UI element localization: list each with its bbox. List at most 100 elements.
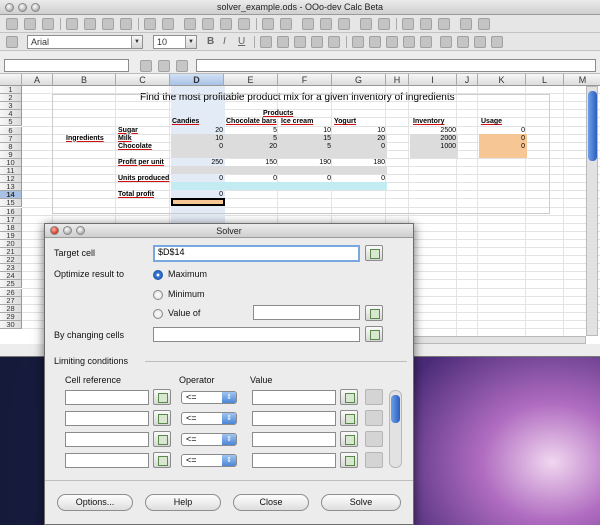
condition-cell-input[interactable] xyxy=(65,390,149,405)
column-header[interactable]: L xyxy=(526,74,564,86)
operator-select[interactable]: <= ⇕ xyxy=(181,412,237,425)
remove-condition-icon[interactable] xyxy=(365,389,383,405)
sum-icon[interactable] xyxy=(158,60,170,72)
copy-icon[interactable] xyxy=(202,18,214,30)
column-header[interactable]: F xyxy=(278,74,332,86)
help-button[interactable]: Help xyxy=(145,494,221,511)
operator-select[interactable]: <= ⇕ xyxy=(181,391,237,404)
minimize-window-icon[interactable] xyxy=(18,3,27,12)
vertical-scrollbar-thumb[interactable] xyxy=(588,91,597,161)
add-decimal-icon[interactable] xyxy=(403,36,415,48)
value-of-radio[interactable] xyxy=(153,309,163,319)
conditions-scrollbar-thumb[interactable] xyxy=(391,395,400,423)
column-header[interactable]: E xyxy=(224,74,278,86)
pivot-table-icon[interactable] xyxy=(378,18,390,30)
percent-format-icon[interactable] xyxy=(369,36,381,48)
clone-format-icon[interactable] xyxy=(238,18,250,30)
function-wizard-icon[interactable] xyxy=(140,60,152,72)
formula-input[interactable] xyxy=(196,59,596,72)
chevron-down-icon[interactable]: ▼ xyxy=(185,36,196,48)
target-cell-input[interactable]: $D$14 xyxy=(153,245,360,262)
conditions-scrollbar[interactable] xyxy=(389,390,402,468)
stepper-icon[interactable]: ⇕ xyxy=(222,392,236,403)
condition-value-input[interactable] xyxy=(252,432,336,447)
print-icon[interactable] xyxy=(102,18,114,30)
vertical-scrollbar[interactable] xyxy=(586,86,598,336)
value-of-input[interactable] xyxy=(253,305,360,320)
options-button[interactable]: Options... xyxy=(57,494,133,511)
shrink-condition-value-icon[interactable] xyxy=(340,452,358,468)
font-color-icon[interactable] xyxy=(491,36,503,48)
export-pdf-icon[interactable] xyxy=(84,18,96,30)
edit-file-icon[interactable] xyxy=(66,18,78,30)
solve-button[interactable]: Solve xyxy=(321,494,401,511)
underline-button[interactable]: U xyxy=(238,36,245,47)
chevron-down-icon[interactable]: ▼ xyxy=(131,36,142,48)
column-header[interactable]: J xyxy=(457,74,478,86)
styles-icon[interactable] xyxy=(6,36,18,48)
column-header[interactable]: D xyxy=(170,74,224,86)
stepper-icon[interactable]: ⇕ xyxy=(222,455,236,466)
italic-button[interactable]: I xyxy=(223,36,226,47)
shrink-condition-value-icon[interactable] xyxy=(340,431,358,447)
shrink-changing-icon[interactable] xyxy=(365,326,383,342)
condition-value-input[interactable] xyxy=(252,411,336,426)
align-center-icon[interactable] xyxy=(277,36,289,48)
borders-icon[interactable] xyxy=(474,36,486,48)
column-header[interactable]: G xyxy=(332,74,386,86)
align-left-icon[interactable] xyxy=(260,36,272,48)
horizontal-scrollbar[interactable] xyxy=(412,336,586,344)
merge-cells-icon[interactable] xyxy=(328,36,340,48)
help-icon[interactable] xyxy=(478,18,490,30)
spellcheck-icon[interactable] xyxy=(144,18,156,30)
increase-indent-icon[interactable] xyxy=(457,36,469,48)
chart-icon[interactable] xyxy=(360,18,372,30)
page-preview-icon[interactable] xyxy=(120,18,132,30)
condition-cell-input[interactable] xyxy=(65,411,149,426)
column-header[interactable]: B xyxy=(53,74,116,86)
autospell-icon[interactable] xyxy=(162,18,174,30)
paste-icon[interactable] xyxy=(220,18,232,30)
shrink-target-icon[interactable] xyxy=(365,245,383,261)
delete-decimal-icon[interactable] xyxy=(420,36,432,48)
bold-button[interactable]: B xyxy=(207,36,214,47)
stepper-icon[interactable]: ⇕ xyxy=(222,413,236,424)
zoom-window-icon[interactable] xyxy=(31,3,40,12)
hyperlink-icon[interactable] xyxy=(302,18,314,30)
zoom-icon[interactable] xyxy=(460,18,472,30)
shrink-value-icon[interactable] xyxy=(365,305,383,321)
column-header[interactable]: K xyxy=(478,74,526,86)
sort-descending-icon[interactable] xyxy=(338,18,350,30)
condition-value-input[interactable] xyxy=(252,390,336,405)
shrink-condition-cell-icon[interactable] xyxy=(153,452,171,468)
column-header[interactable]: H xyxy=(386,74,409,86)
row-header[interactable]: 30 xyxy=(0,320,22,329)
gallery-icon[interactable] xyxy=(420,18,432,30)
shrink-condition-cell-icon[interactable] xyxy=(153,410,171,426)
column-header[interactable]: C xyxy=(116,74,170,86)
operator-select[interactable]: <= ⇕ xyxy=(181,454,237,467)
align-right-icon[interactable] xyxy=(294,36,306,48)
function-icon[interactable] xyxy=(176,60,188,72)
condition-value-input[interactable] xyxy=(252,453,336,468)
redo-icon[interactable] xyxy=(280,18,292,30)
open-icon[interactable] xyxy=(24,18,36,30)
new-document-icon[interactable] xyxy=(6,18,18,30)
cut-icon[interactable] xyxy=(184,18,196,30)
undo-icon[interactable] xyxy=(262,18,274,30)
operator-select[interactable]: <= ⇕ xyxy=(181,433,237,446)
currency-format-icon[interactable] xyxy=(352,36,364,48)
condition-cell-input[interactable] xyxy=(65,453,149,468)
condition-cell-input[interactable] xyxy=(65,432,149,447)
remove-condition-icon[interactable] xyxy=(365,431,383,447)
remove-condition-icon[interactable] xyxy=(365,410,383,426)
standard-format-icon[interactable] xyxy=(386,36,398,48)
close-button[interactable]: Close xyxy=(233,494,309,511)
shrink-condition-cell-icon[interactable] xyxy=(153,389,171,405)
navigator-icon[interactable] xyxy=(402,18,414,30)
column-header[interactable]: I xyxy=(409,74,457,86)
remove-condition-icon[interactable] xyxy=(365,452,383,468)
close-dialog-icon[interactable] xyxy=(50,226,59,235)
minimum-radio[interactable] xyxy=(153,290,163,300)
data-sources-icon[interactable] xyxy=(438,18,450,30)
